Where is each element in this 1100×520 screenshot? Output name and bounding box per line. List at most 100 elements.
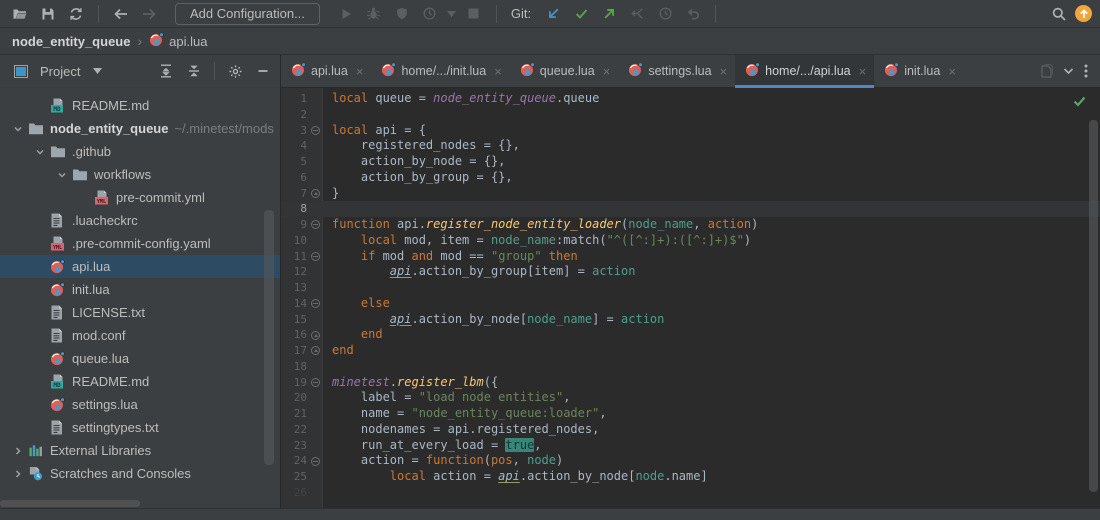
editor-vertical-scrollbar[interactable]	[1089, 120, 1098, 492]
editor-tab-init-lua[interactable]: init.lua ×	[874, 55, 964, 87]
tree-item-license-txt[interactable]: LICENSE.txt	[0, 301, 280, 324]
tree-item-workflows[interactable]: workflows	[0, 163, 280, 186]
code-line: 14 else	[281, 296, 1100, 312]
tabs-dropdown-chevron-icon[interactable]	[1063, 67, 1074, 75]
search-icon[interactable]	[1047, 2, 1071, 26]
fold-marker-icon[interactable]	[307, 217, 324, 233]
tree-item-readme-md[interactable]: MD README.md	[0, 94, 280, 117]
chevron-down-icon[interactable]	[8, 124, 28, 134]
tool-window-icon[interactable]	[10, 60, 32, 82]
git-rollback-icon[interactable]	[681, 2, 705, 26]
tree-item-label: README.md	[72, 98, 150, 113]
line-number: 3	[300, 123, 307, 137]
collapse-all-icon[interactable]	[183, 60, 205, 82]
code-text: function api.register_node_entity_loader…	[332, 217, 759, 231]
tree-item-github[interactable]: .github	[0, 140, 280, 163]
project-tree-vertical-scrollbar[interactable]	[264, 210, 274, 465]
editor-tab-home-api-lua[interactable]: home/.../api.lua ×	[735, 55, 875, 88]
tree-item-node-entity-queue[interactable]: node_entity_queue ~/.minetest/mods	[0, 117, 280, 140]
git-update-icon[interactable]	[541, 2, 565, 26]
tree-item-mod-conf[interactable]: mod.conf	[0, 324, 280, 347]
update-badge-icon[interactable]	[1075, 5, 1092, 22]
profiler-icon[interactable]	[418, 2, 442, 26]
editor-tab-home-init-lua[interactable]: home/.../init.lua ×	[371, 55, 509, 87]
git-push-icon[interactable]	[597, 2, 621, 26]
forward-icon[interactable]	[137, 2, 161, 26]
run-icon[interactable]	[334, 2, 358, 26]
fold-marker-icon[interactable]	[307, 375, 324, 391]
save-all-icon[interactable]	[36, 2, 60, 26]
more-options-icon[interactable]	[1084, 64, 1088, 78]
fold-marker-icon[interactable]	[307, 453, 324, 469]
fold-marker-icon[interactable]	[307, 123, 324, 139]
inspections-ok-icon[interactable]	[1073, 94, 1086, 112]
tree-item-scratches-and-consoles[interactable]: Scratches and Consoles	[0, 462, 280, 485]
back-icon[interactable]	[109, 2, 133, 26]
dropdown-arrow-icon[interactable]	[446, 2, 458, 26]
coverage-icon[interactable]	[390, 2, 414, 26]
tree-item-settings-lua[interactable]: settings.lua	[0, 393, 280, 416]
code-text: end	[332, 343, 354, 357]
editor-tab-settings-lua[interactable]: settings.lua ×	[618, 55, 735, 87]
git-history-icon[interactable]	[653, 2, 677, 26]
line-number: 6	[300, 170, 307, 184]
tree-item-pre-commit-config-yaml[interactable]: YML .pre-commit-config.yaml	[0, 232, 280, 255]
chevron-right-icon[interactable]	[8, 469, 28, 479]
lua-file-icon	[628, 62, 644, 80]
line-number: 20	[293, 391, 307, 405]
tree-item-luacheckrc[interactable]: .luacheckrc	[0, 209, 280, 232]
stop-icon[interactable]	[462, 2, 486, 26]
project-tree-horizontal-scrollbar[interactable]	[0, 500, 140, 507]
fold-gutter	[307, 107, 324, 123]
tab-close-icon[interactable]: ×	[603, 64, 611, 79]
tab-close-icon[interactable]: ×	[494, 64, 502, 79]
hide-panel-icon[interactable]	[252, 60, 274, 82]
tree-item-readme-md[interactable]: MD README.md	[0, 370, 280, 393]
preview-file-icon[interactable]	[1041, 64, 1053, 78]
tab-close-icon[interactable]: ×	[948, 64, 956, 79]
editor-tab-api-lua[interactable]: api.lua ×	[281, 55, 371, 87]
git-commit-icon[interactable]	[569, 2, 593, 26]
tree-item-api-lua[interactable]: api.lua	[0, 255, 280, 278]
code-line: 8	[281, 201, 1100, 217]
tree-item-queue-lua[interactable]: queue.lua	[0, 347, 280, 370]
chevron-down-icon[interactable]	[86, 60, 108, 82]
tree-item-external-libraries[interactable]: External Libraries	[0, 439, 280, 462]
fold-marker-icon[interactable]	[307, 249, 324, 265]
git-cherry-pick-icon[interactable]	[625, 2, 649, 26]
fold-marker-icon[interactable]	[307, 343, 324, 359]
settings-gear-icon[interactable]	[224, 60, 246, 82]
tab-close-icon[interactable]: ×	[720, 64, 728, 79]
tree-item-init-lua[interactable]: init.lua	[0, 278, 280, 301]
fold-gutter	[307, 438, 324, 454]
sync-icon[interactable]	[64, 2, 88, 26]
debug-icon[interactable]	[362, 2, 386, 26]
project-panel-header: Project	[0, 55, 280, 88]
fold-marker-icon[interactable]	[307, 296, 324, 312]
add-configuration-button[interactable]: Add Configuration...	[175, 2, 320, 25]
code-text: else	[360, 295, 390, 310]
tab-close-icon[interactable]: ×	[859, 64, 867, 79]
project-panel-title[interactable]: Project	[40, 64, 80, 79]
breadcrumb-file[interactable]: api.lua	[149, 32, 207, 50]
expand-all-icon[interactable]	[155, 60, 177, 82]
code-editor[interactable]: 1 local queue = node_entity_queue.queue 2 3…	[281, 88, 1100, 508]
line-number: 16	[293, 328, 307, 342]
chevron-down-icon[interactable]	[30, 147, 50, 157]
fold-marker-icon[interactable]	[307, 327, 324, 343]
chevron-right-icon[interactable]	[8, 446, 28, 456]
open-project-icon[interactable]	[8, 2, 32, 26]
fold-marker-icon[interactable]	[307, 186, 324, 202]
project-tree: MD README.md node_entity_queue ~/.minetest/…	[0, 88, 280, 508]
editor-tab-queue-lua[interactable]: queue.lua ×	[510, 55, 619, 87]
tab-label: api.lua	[311, 64, 348, 78]
tree-item-settingtypes-txt[interactable]: settingtypes.txt	[0, 416, 280, 439]
tab-close-icon[interactable]: ×	[356, 64, 364, 79]
breadcrumb-project[interactable]: node_entity_queue	[12, 34, 130, 49]
chevron-down-icon[interactable]	[52, 170, 72, 180]
tree-item-pre-commit-yml[interactable]: YML pre-commit.yml	[0, 186, 280, 209]
code-text: label = "load node entities",	[332, 390, 571, 405]
